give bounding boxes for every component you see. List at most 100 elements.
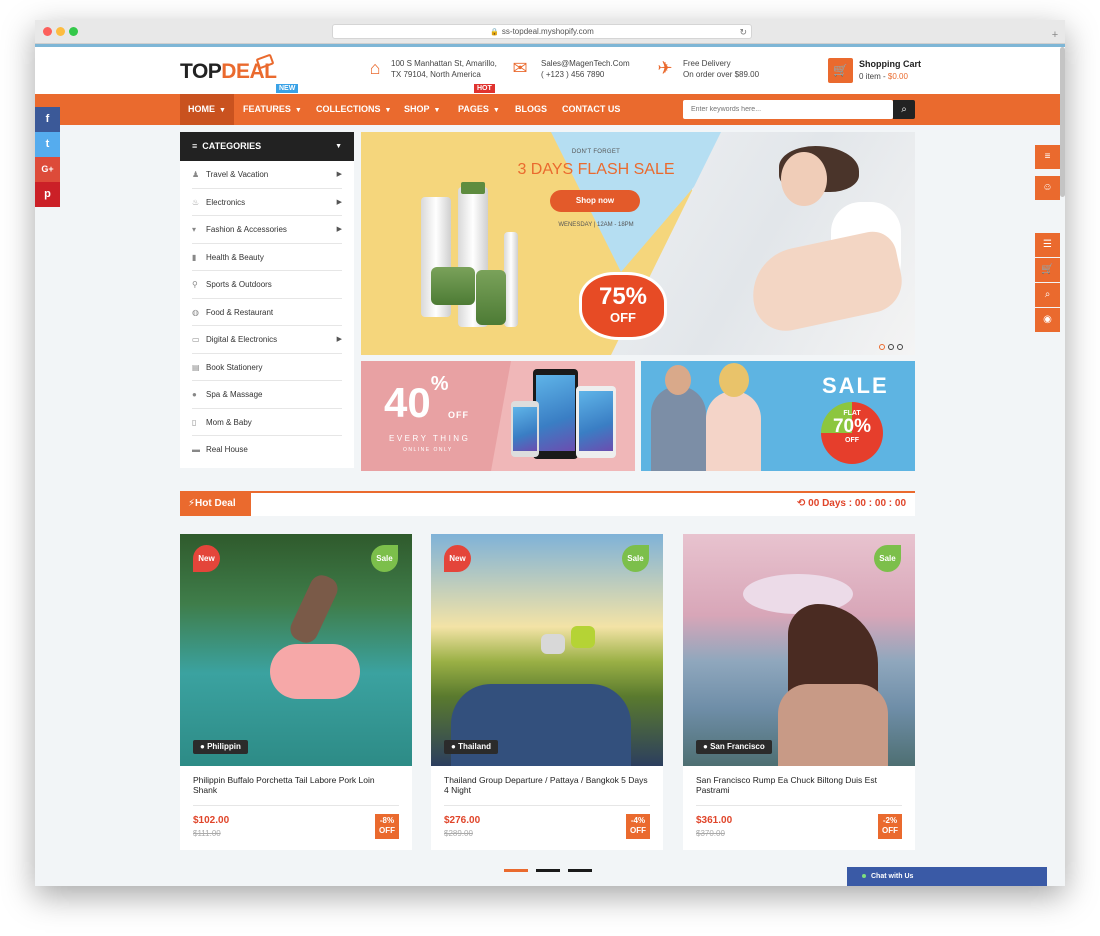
zoom-window-button[interactable] xyxy=(69,27,78,36)
search-button[interactable]: ⌕ xyxy=(893,100,915,119)
chevron-right-icon: ▶ xyxy=(336,226,342,233)
chat-widget[interactable]: Chat with Us xyxy=(847,867,1047,886)
product-price: $276.00 xyxy=(444,815,481,826)
divider xyxy=(696,805,902,806)
category-food[interactable]: ◍ Food & Restaurant xyxy=(192,299,342,326)
book-icon: ▤ xyxy=(192,362,200,372)
map-pin-icon: ● xyxy=(200,742,205,751)
logo-top: TOP xyxy=(180,60,222,83)
category-fashion[interactable]: ▾ Fashion & Accessories ▶ xyxy=(192,216,342,244)
twitter-icon[interactable]: t xyxy=(35,132,60,157)
product-title[interactable]: San Francisco Rump Ea Chuck Biltong Duis… xyxy=(696,775,902,795)
logo-new-badge: NEW xyxy=(276,84,299,93)
nav-contact-us[interactable]: CONTACT US xyxy=(554,94,628,125)
slider-dot[interactable] xyxy=(888,344,894,350)
cart-price: $0.00 xyxy=(887,72,908,81)
user-icon[interactable]: ☺ xyxy=(1035,176,1060,200)
product-card[interactable]: New Sale ● Thailand Thailand Group Depar… xyxy=(431,534,663,850)
categories-header[interactable]: ≡ CATEGORIES ▼ xyxy=(180,132,354,161)
category-sports[interactable]: ⚲ Sports & Outdoors xyxy=(192,271,342,299)
banner-sale: SALE xyxy=(822,373,889,398)
discount-badge: -2% OFF xyxy=(878,814,902,839)
shop-now-button[interactable]: Shop now xyxy=(550,190,640,212)
carousel-page-3[interactable] xyxy=(568,869,592,872)
promo-banner-fashion[interactable]: SALE FLAT 70% OFF xyxy=(641,361,915,471)
woman-head-image xyxy=(719,363,749,397)
minimize-window-button[interactable] xyxy=(56,27,65,36)
circle-percent: 70% xyxy=(832,416,872,437)
sale-tag: Sale xyxy=(874,545,901,572)
product-card[interactable]: New Sale ● Philippin Philippin Buffalo P… xyxy=(180,534,412,850)
browser-window: 🔒 ss-topdeal.myshopify.com ↻ + TOPDEAL NE… xyxy=(35,20,1065,886)
phone-image xyxy=(511,401,539,457)
laptop-icon: ▭ xyxy=(192,335,200,344)
category-spa[interactable]: ● Spa & Massage xyxy=(192,381,342,409)
category-travel[interactable]: ♟ Travel & Vacation ▶ xyxy=(192,161,342,189)
caret-down-icon: ▼ xyxy=(433,107,441,114)
search-icon: ⌕ xyxy=(901,104,907,115)
category-health[interactable]: ▮ Health & Beauty xyxy=(192,244,342,271)
product-old-price: $111.00 xyxy=(193,829,221,838)
truck-icon: ▬ xyxy=(192,445,200,454)
email-text[interactable]: Sales@MagenTech.Com xyxy=(541,58,630,69)
carousel-page-2[interactable] xyxy=(536,869,560,872)
browser-titlebar: 🔒 ss-topdeal.myshopify.com ↻ + xyxy=(35,20,1065,44)
location-badge: ● Philippin xyxy=(193,740,248,754)
hero-slider[interactable]: DON'T FORGET 3 DAYS FLASH SALE Shop now … xyxy=(361,132,915,355)
categories-list: ♟ Travel & Vacation ▶ ♨ Electronics ▶ ▾ Fashi… xyxy=(180,161,354,468)
category-electronics[interactable]: ♨ Electronics ▶ xyxy=(192,189,342,216)
slider-dot[interactable] xyxy=(897,344,903,350)
baby-bottle-icon: ▯ xyxy=(192,417,197,427)
nav-features[interactable]: FEATURES ▼ xyxy=(235,94,310,125)
cart-icon[interactable]: 🛒 xyxy=(828,58,853,83)
product-tube-image xyxy=(504,232,518,327)
shoe-image xyxy=(541,634,565,654)
nav-pages[interactable]: PAGES ▼ xyxy=(450,94,508,125)
new-tab-button[interactable]: + xyxy=(1049,29,1061,41)
sale-tag: Sale xyxy=(371,545,398,572)
product-price: $361.00 xyxy=(696,815,733,826)
cart-title[interactable]: Shopping Cart xyxy=(859,59,921,69)
category-digital[interactable]: ▭ Digital & Electronics ▶ xyxy=(192,326,342,354)
category-mom-baby[interactable]: ▯ Mom & Baby xyxy=(192,409,342,436)
location-badge: ● Thailand xyxy=(444,740,498,754)
close-window-button[interactable] xyxy=(43,27,52,36)
nav-blogs[interactable]: BLOGS xyxy=(507,94,555,125)
list-icon[interactable]: ☰ xyxy=(1035,233,1060,257)
phone-text: ( +123 ) 456 7890 xyxy=(541,70,605,79)
man-head-image xyxy=(665,365,691,395)
pinterest-icon[interactable]: p xyxy=(35,182,60,207)
site-header: TOPDEAL NEW ⌂ 100 S Manhattan St, Amaril… xyxy=(35,47,1065,94)
nav-collections[interactable]: COLLECTIONS ▼ xyxy=(308,94,399,125)
search-input[interactable] xyxy=(683,100,893,119)
caret-down-icon: ▼ xyxy=(294,107,302,114)
product-title[interactable]: Thailand Group Departure / Pattaya / Ban… xyxy=(444,775,650,795)
nav-shop[interactable]: SHOP ▼ xyxy=(396,94,448,125)
banner-everything: EVERY THING xyxy=(389,434,471,443)
discount-badge: -8% OFF xyxy=(375,814,399,839)
address-bar[interactable]: 🔒 ss-topdeal.myshopify.com ↻ xyxy=(332,24,752,39)
product-card[interactable]: Sale ● San Francisco San Francisco Rump … xyxy=(683,534,915,850)
carousel-page-1[interactable] xyxy=(504,869,528,872)
facebook-icon[interactable]: f xyxy=(35,107,60,132)
menu-icon[interactable]: ≡ xyxy=(1035,145,1060,169)
category-books[interactable]: ▤ Book Stationery xyxy=(192,354,342,381)
plane-icon: ✈ xyxy=(657,58,673,78)
promo-banner-electronics[interactable]: 40% OFF EVERY THING ONLINE ONLY xyxy=(361,361,635,471)
slider-dot[interactable] xyxy=(879,344,885,350)
eye-icon[interactable]: ◉ xyxy=(1035,308,1060,332)
category-real-house[interactable]: ▬ Real House xyxy=(192,436,342,464)
scrollbar-thumb[interactable] xyxy=(1060,47,1065,197)
online-dot-icon xyxy=(862,874,866,878)
cart-float-icon[interactable]: 🛒 xyxy=(1035,258,1060,282)
url-text: ss-topdeal.myshopify.com xyxy=(501,27,594,36)
fire-icon: ♨ xyxy=(192,197,200,207)
discount-badge: -4% OFF xyxy=(626,814,650,839)
search-float-icon[interactable]: ⌕ xyxy=(1035,283,1060,307)
reload-icon[interactable]: ↻ xyxy=(739,25,747,39)
google-plus-icon[interactable]: G+ xyxy=(35,157,60,182)
divider xyxy=(193,805,399,806)
chevron-right-icon: ▶ xyxy=(336,198,342,206)
product-title[interactable]: Philippin Buffalo Porchetta Tail Labore … xyxy=(193,775,399,795)
nav-home[interactable]: HOME ▼ xyxy=(180,94,234,125)
